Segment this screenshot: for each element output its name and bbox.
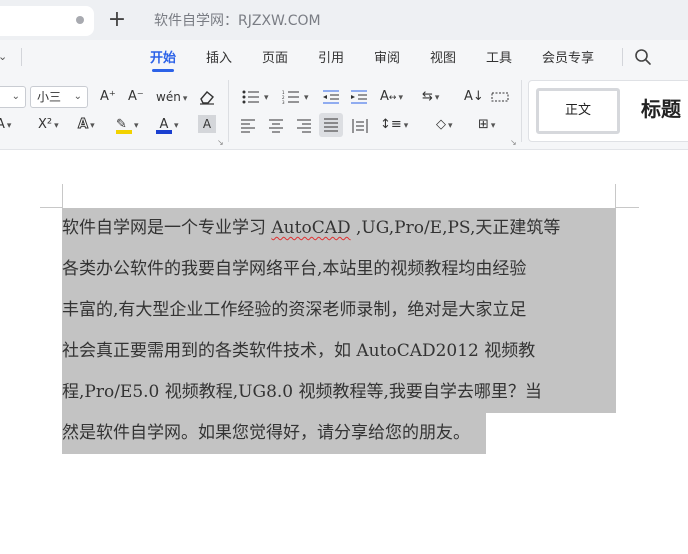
tab-member[interactable]: 会员专享 [542, 47, 594, 66]
style-heading[interactable]: 标题 [641, 93, 681, 122]
font-dialog-launcher-icon[interactable]: ↘ [217, 138, 224, 147]
bullet-list-icon[interactable] [242, 90, 260, 104]
sort-button[interactable]: A↓ [464, 86, 484, 108]
superscript-button[interactable]: X² ▾ [38, 114, 59, 136]
margin-mark [62, 184, 63, 208]
divider [21, 48, 22, 66]
text-direction-button[interactable]: ⇆ ▾ [422, 86, 439, 108]
chevron-down-icon[interactable]: ⌄ [0, 50, 7, 63]
font-name-select[interactable]: ⌄ [0, 86, 26, 108]
document-canvas[interactable]: 软件自学网是一个专业学习 AutoCAD ,UG,Pro/E,PS,天正建筑等 … [0, 150, 688, 554]
divider [622, 48, 623, 66]
styles-gallery: 正文 标题 [528, 80, 688, 142]
tab-view[interactable]: 视图 [430, 47, 456, 66]
tab-references[interactable]: 引用 [318, 47, 344, 66]
phonetic-guide-button[interactable]: wén ▾ [156, 86, 187, 108]
align-justify-icon [324, 118, 338, 132]
shrink-font-button[interactable]: A⁻ [128, 86, 144, 108]
document-tab[interactable] [0, 6, 94, 36]
font-color-button[interactable]: A ▾ [156, 114, 179, 136]
font-size-select[interactable]: 小三 ⌄ [30, 86, 88, 108]
ribbon-tabs: ⌄ 开始 插入 页面 引用 审阅 视图 工具 会员专享 [0, 40, 688, 74]
tab-page[interactable]: 页面 [262, 47, 288, 66]
margin-mark [615, 184, 616, 208]
tab-insert[interactable]: 插入 [206, 47, 232, 66]
divider [521, 80, 522, 142]
spellcheck-word: AutoCAD [271, 218, 351, 238]
text-line: 丰富的,有大型企业工作经验的资深老师录制，绝对是大家立足 [62, 290, 618, 331]
align-right-icon[interactable] [296, 119, 312, 133]
increase-indent-icon[interactable] [350, 90, 368, 104]
highlight-color-button[interactable]: ✎ ▾ [116, 114, 139, 136]
ribbon-toolbar: ⌄ 小三 ⌄ A⁺ A⁻ wén ▾ A ▾ X² ▾ A ▾ ✎ ▾ A ▾ A ↘ ▾… [0, 74, 688, 150]
font-size-value: 小三 [37, 90, 62, 104]
align-center-icon[interactable] [268, 119, 284, 133]
text-line: 软件自学网是一个专业学习 AutoCAD ,UG,Pro/E,PS,天正建筑等 [62, 208, 618, 249]
char-spacing-button[interactable]: A↔ ▾ [380, 86, 403, 108]
show-marks-icon[interactable] [491, 90, 509, 104]
svg-text:3: 3 [282, 100, 285, 104]
line-spacing-button[interactable]: ↕≡ ▾ [380, 114, 408, 136]
title-bar: + 软件自学网：RJZXW.COM [0, 0, 688, 40]
bullet-list-dropdown[interactable]: ▾ [262, 86, 269, 108]
text-line: 程,Pro/E5.0 视频教程,UG8.0 视频教程等,我要自学去哪里？当 [62, 372, 618, 413]
borders-button[interactable]: ⊞ ▾ [478, 114, 495, 136]
search-icon[interactable] [634, 48, 652, 66]
decrease-indent-icon[interactable] [322, 90, 340, 104]
window-title: 软件自学网：RJZXW.COM [154, 13, 321, 29]
char-shading-button[interactable]: A [198, 115, 216, 133]
margin-mark [40, 207, 63, 208]
grow-font-button[interactable]: A⁺ [100, 86, 116, 108]
text-outline-button[interactable]: A ▾ [77, 114, 94, 136]
eraser-icon[interactable] [198, 89, 216, 105]
tab-review[interactable]: 审阅 [374, 47, 400, 66]
text-effect-button[interactable]: A ▾ [0, 114, 11, 136]
margin-mark [615, 207, 639, 208]
text-line: 各类办公软件的我要自学网络平台,本站里的视频教程均由经验 [62, 249, 618, 290]
justify-button[interactable] [319, 113, 343, 137]
paragraph-shading-button[interactable]: ◇ ▾ [436, 114, 453, 136]
text-line: 然是软件自学网。如果您觉得好，请分享给您的朋友。 [62, 413, 618, 454]
unsaved-dot-icon [76, 16, 84, 24]
distributed-align-icon[interactable] [352, 118, 368, 134]
align-left-icon[interactable] [240, 119, 256, 133]
text-line: 社会真正要需用到的各类软件技术，如 AutoCAD2012 视频教 [62, 331, 618, 372]
divider [228, 80, 229, 142]
style-normal[interactable]: 正文 [536, 88, 620, 134]
numbered-list-dropdown[interactable]: ▾ [302, 86, 309, 108]
selected-paragraph[interactable]: 软件自学网是一个专业学习 AutoCAD ,UG,Pro/E,PS,天正建筑等 … [62, 208, 618, 454]
numbered-list-icon[interactable]: 123 [282, 90, 300, 104]
tab-home[interactable]: 开始 [150, 47, 176, 72]
paragraph-dialog-launcher-icon[interactable]: ↘ [510, 138, 517, 147]
tab-tools[interactable]: 工具 [486, 47, 512, 66]
new-tab-button[interactable]: + [104, 6, 130, 34]
